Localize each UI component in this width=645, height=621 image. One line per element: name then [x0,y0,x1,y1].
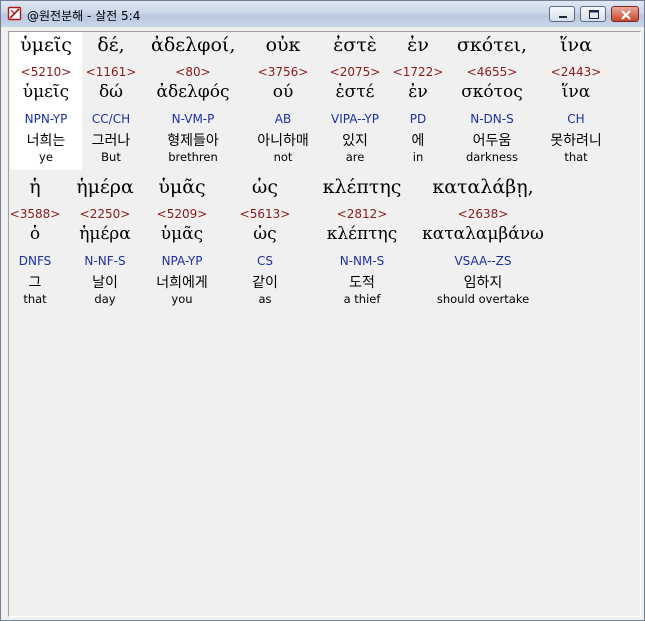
strong-number[interactable]: <4655> [450,65,534,79]
greek-word: ἀδελφοί, [151,34,236,56]
maximize-button[interactable] [580,6,606,22]
parsing-code: VSAA--ZS [454,254,512,268]
strong-number[interactable]: <2443> [534,65,618,79]
lemma: ἐν [408,82,428,102]
parsing-code: N-DN-S [470,112,514,126]
greek-word: καταλάβῃ, [432,176,534,198]
lemma: καταλαμβάνω [422,224,544,244]
greek-word: δέ, [97,34,125,56]
parsing-code: CH [567,112,585,126]
korean-gloss: 에 [411,133,425,149]
korean-gloss: 어두움 [472,133,512,149]
lemma: ἡμέρα [79,224,131,244]
lemma: σκότος [461,82,523,102]
minimize-icon [559,16,567,18]
lemma: δώ [98,82,124,102]
english-gloss: that [564,150,588,164]
english-gloss: you [171,292,193,306]
strong-number[interactable]: <2250> [63,207,147,221]
parsing-code: CC/CH [91,112,131,126]
maximize-icon [589,10,599,19]
korean-gloss: 너희에게 [156,275,208,291]
korean-gloss: 못하려니 [550,133,602,149]
korean-gloss: 같이 [252,275,278,291]
korean-gloss: 형제들아 [167,133,219,149]
app-window: @원전분해 - 살전 5:4 ὑμεῖς <5210> ὑμεῖς NPN-YP [0,0,645,621]
english-gloss: darkness [465,150,519,164]
app-icon [7,6,22,21]
lemma: ὡς [253,224,277,244]
strong-number[interactable]: <1722> [376,65,460,79]
greek-word: ἐν [407,34,429,56]
korean-gloss: 날이 [92,275,118,291]
minimize-button[interactable] [549,6,575,22]
korean-gloss: 임하지 [463,275,503,291]
lemma: ὑμᾶς [160,224,204,244]
parsing-code: CS [257,254,273,268]
parsing-code: N-NF-S [84,254,126,268]
greek-word: κλέπτης [322,176,402,198]
korean-gloss: 도적 [349,275,375,291]
close-button[interactable] [611,6,639,22]
greek-word: σκότει, [456,34,528,56]
title-bar[interactable]: @원전분해 - 살전 5:4 [1,1,644,27]
greek-word: ὑμᾶς [158,176,206,198]
close-icon [621,10,631,20]
strong-number[interactable]: <80> [151,65,235,79]
english-gloss: as [258,292,272,306]
greek-word: ὡς [251,176,279,198]
parsing-code: N-NM-S [339,254,385,268]
greek-word: ἵνα [560,34,592,56]
korean-gloss: 그러나 [91,133,131,149]
greek-word: ἡμέρα [76,176,134,198]
english-gloss: brethren [168,150,218,164]
parsing-code: PD [409,112,427,126]
strong-number[interactable]: <1161> [69,65,153,79]
window-title: @원전분해 - 살전 5:4 [27,9,141,23]
english-gloss: should overtake [436,292,530,306]
english-gloss: in [412,150,424,164]
lemma: κλέπτης [326,224,398,244]
lemma: ἀδελφός [156,82,230,102]
interlinear-view[interactable]: ὑμεῖς <5210> ὑμεῖς NPN-YP 너희는 ye δέ, <11… [8,31,641,617]
parsing-code: N-VM-P [171,112,215,126]
strong-number[interactable]: <5613> [223,207,307,221]
english-gloss: But [101,150,121,164]
strong-number[interactable]: <2812> [320,207,404,221]
english-gloss: a thief [343,292,381,306]
english-gloss: day [94,292,116,306]
lemma: ἵνα [561,82,591,102]
strong-number[interactable]: <5209> [140,207,224,221]
strong-number[interactable]: <2638> [413,207,553,221]
parsing-code: NPA-YP [161,254,203,268]
